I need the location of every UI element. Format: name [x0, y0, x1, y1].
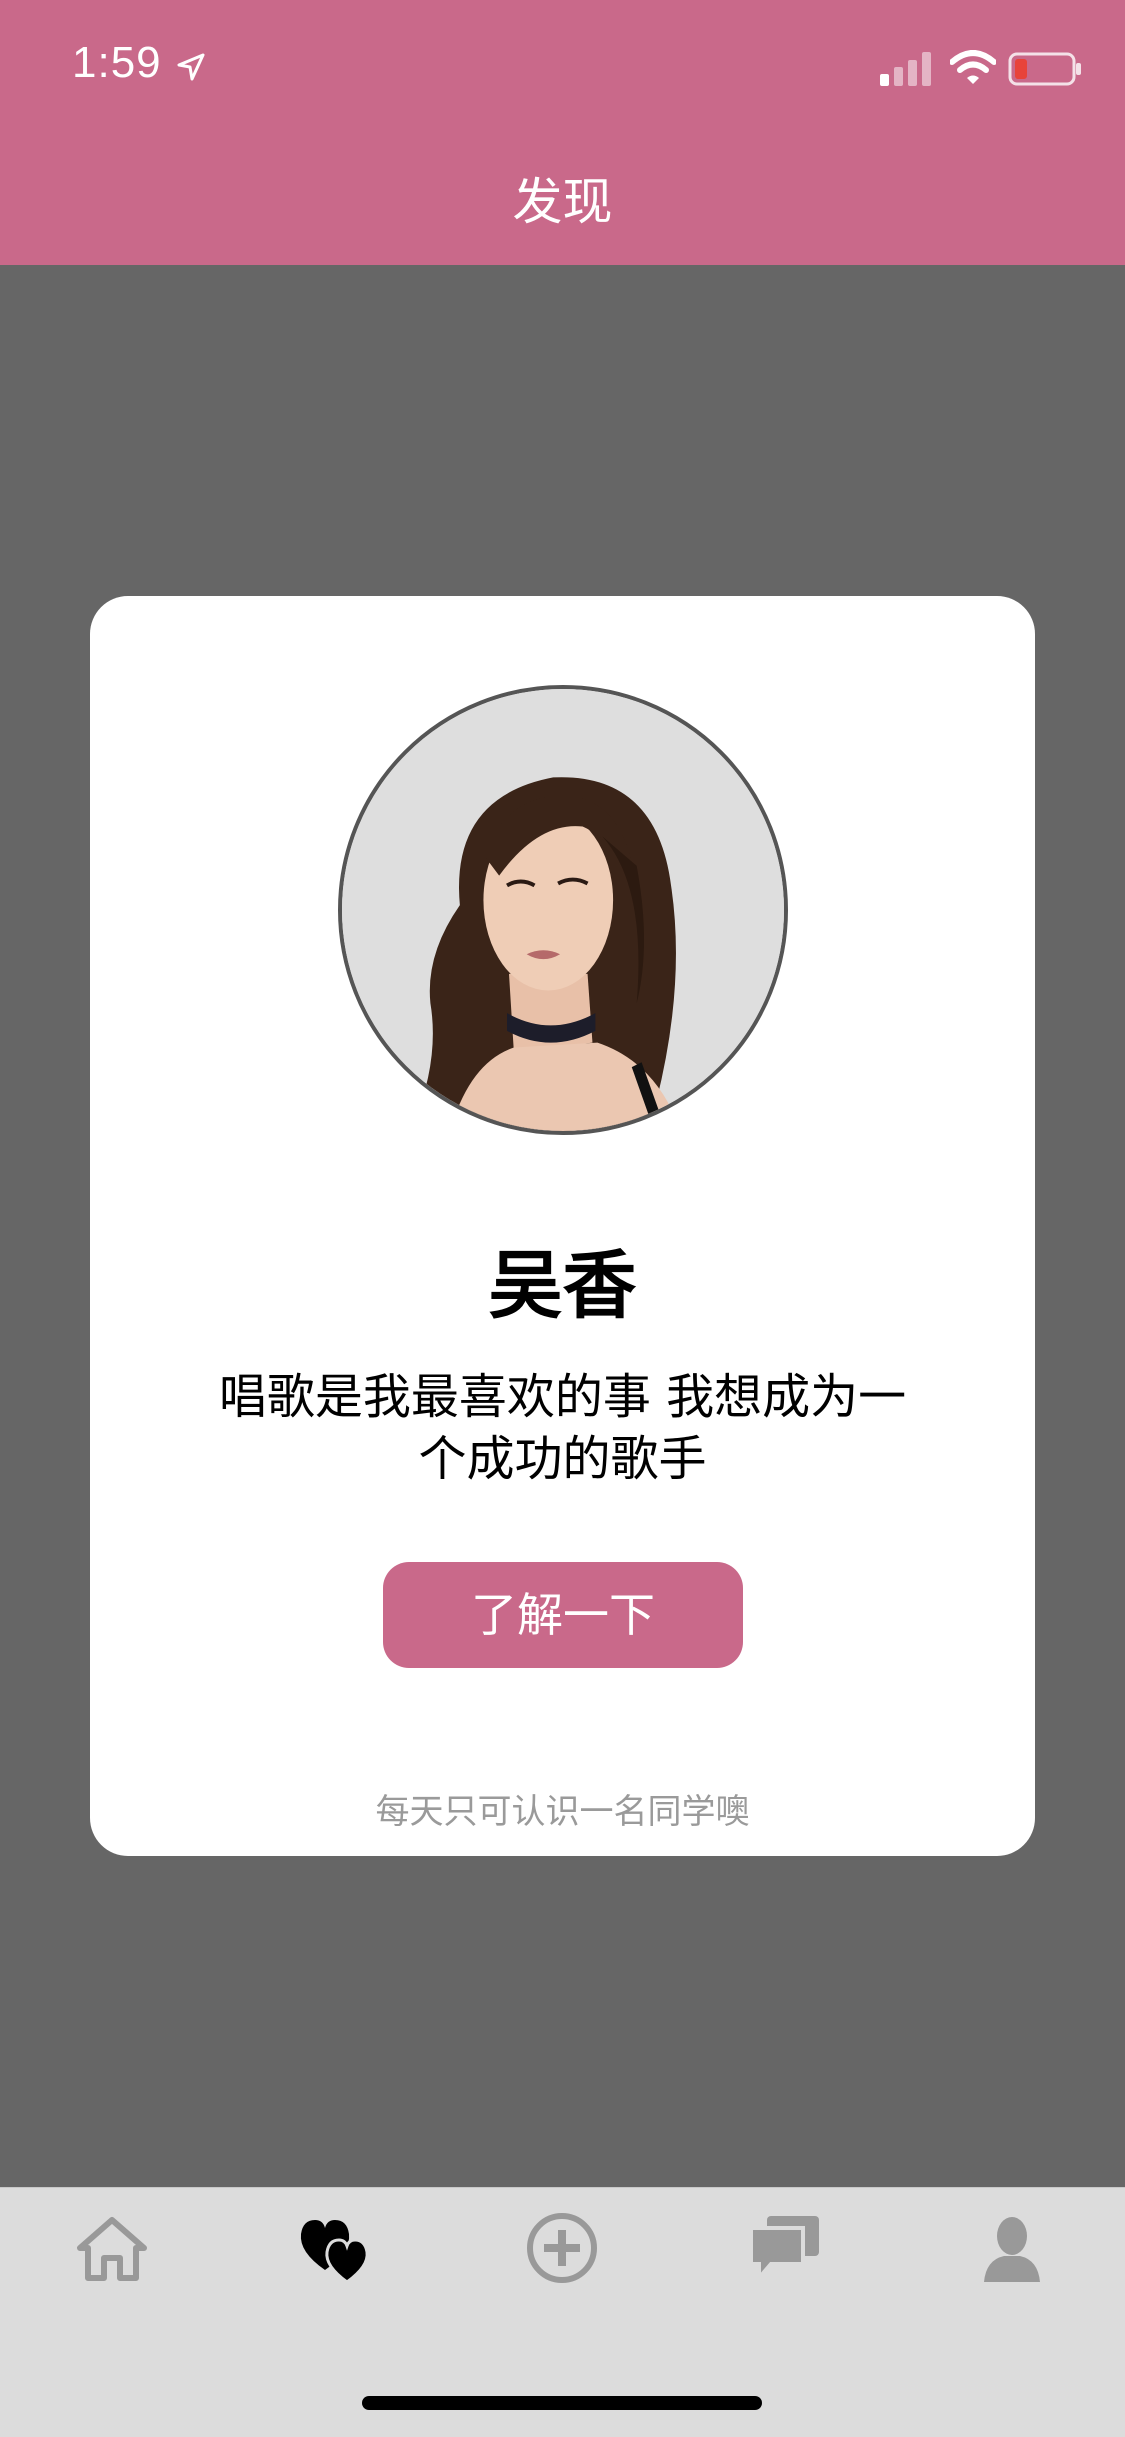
header-bar: 1:59 发现 — [0, 0, 1125, 265]
wifi-icon — [950, 50, 996, 84]
profile-bio-line1: 唱歌是我最喜欢的事 我想成为一 — [218, 1369, 907, 1425]
tab-messages[interactable] — [745, 2208, 825, 2288]
tab-profile[interactable] — [972, 2208, 1052, 2288]
hearts-icon — [300, 2220, 369, 2284]
profile-card: 吴香 唱歌是我最喜欢的事 我想成为一 个成功的歌手 了解一下 每天只可认识一名同… — [90, 596, 1035, 1856]
daily-limit-note: 每天只可认识一名同学噢 — [375, 1792, 750, 1832]
tab-add[interactable] — [522, 2208, 602, 2288]
home-indicator — [362, 2396, 762, 2410]
battery-icon — [1008, 52, 1081, 86]
signal-icon — [880, 52, 931, 86]
chat-bubbles-icon — [749, 2216, 819, 2284]
avatar-photo — [342, 689, 784, 1131]
profile-bio: 唱歌是我最喜欢的事 我想成为一 个成功的歌手 — [180, 1366, 945, 1490]
status-time: 1:59 — [72, 38, 162, 87]
tab-discover[interactable] — [295, 2208, 375, 2288]
person-icon — [984, 2217, 1040, 2282]
plus-circle-icon — [527, 2213, 597, 2283]
tab-home[interactable] — [72, 2208, 152, 2288]
profile-avatar[interactable] — [338, 685, 788, 1135]
learn-more-button[interactable]: 了解一下 — [383, 1562, 743, 1668]
profile-name: 吴香 — [488, 1243, 637, 1329]
profile-bio-line2: 个成功的歌手 — [418, 1431, 707, 1487]
page-title: 发现 — [512, 173, 613, 231]
home-icon — [77, 2217, 147, 2281]
location-arrow-icon — [177, 53, 205, 81]
